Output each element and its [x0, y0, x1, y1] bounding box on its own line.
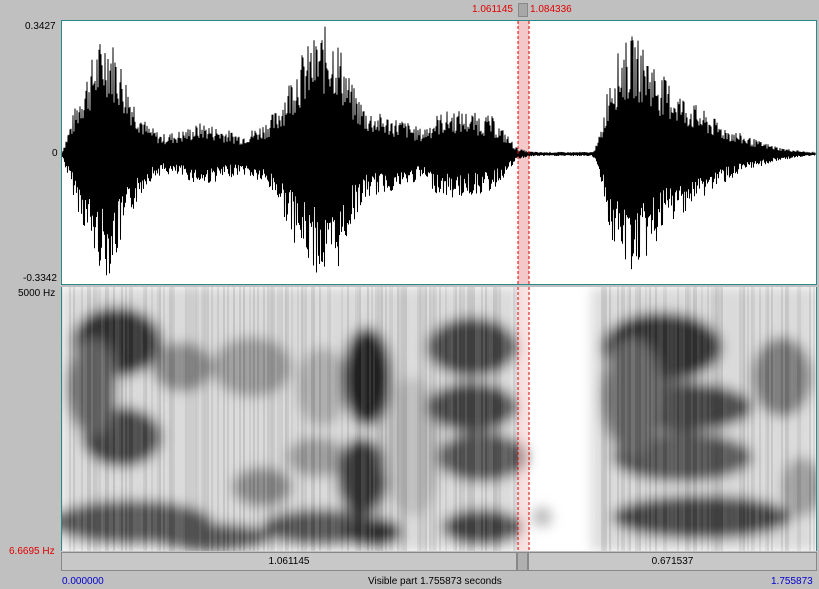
frequency-max-label: 5000 Hz: [18, 288, 56, 299]
segment-selection[interactable]: [517, 552, 528, 571]
segment-after-duration: 0.671537: [651, 556, 694, 567]
visible-part-label[interactable]: Visible part 1.755873 seconds: [368, 576, 502, 588]
amplitude-max-label: 0.3427: [25, 21, 56, 32]
selection-top-handle[interactable]: [518, 3, 528, 17]
segment-after-selection[interactable]: 0.671537: [528, 552, 817, 571]
waveform-panel[interactable]: [61, 20, 817, 285]
amplitude-min-label: -0.3342: [23, 273, 57, 284]
spectrogram-panel[interactable]: [61, 287, 817, 551]
segment-before-selection[interactable]: 1.061145: [61, 552, 517, 571]
selection-start-time: 1.061145: [472, 4, 513, 15]
selection-end-time: 1.084336: [530, 4, 572, 15]
spectrogram-image: [62, 287, 816, 551]
frequency-min-label: 6.6695 Hz: [9, 546, 55, 557]
waveform-graph: [62, 21, 816, 284]
amplitude-zero-label: 0: [52, 148, 58, 159]
visible-start-time[interactable]: 0.000000: [62, 576, 104, 588]
waveform-trace: [62, 26, 816, 276]
visible-end-time[interactable]: 1.755873: [771, 576, 813, 588]
selection-band-spec: [518, 287, 529, 551]
segment-before-duration: 1.061145: [268, 556, 310, 567]
